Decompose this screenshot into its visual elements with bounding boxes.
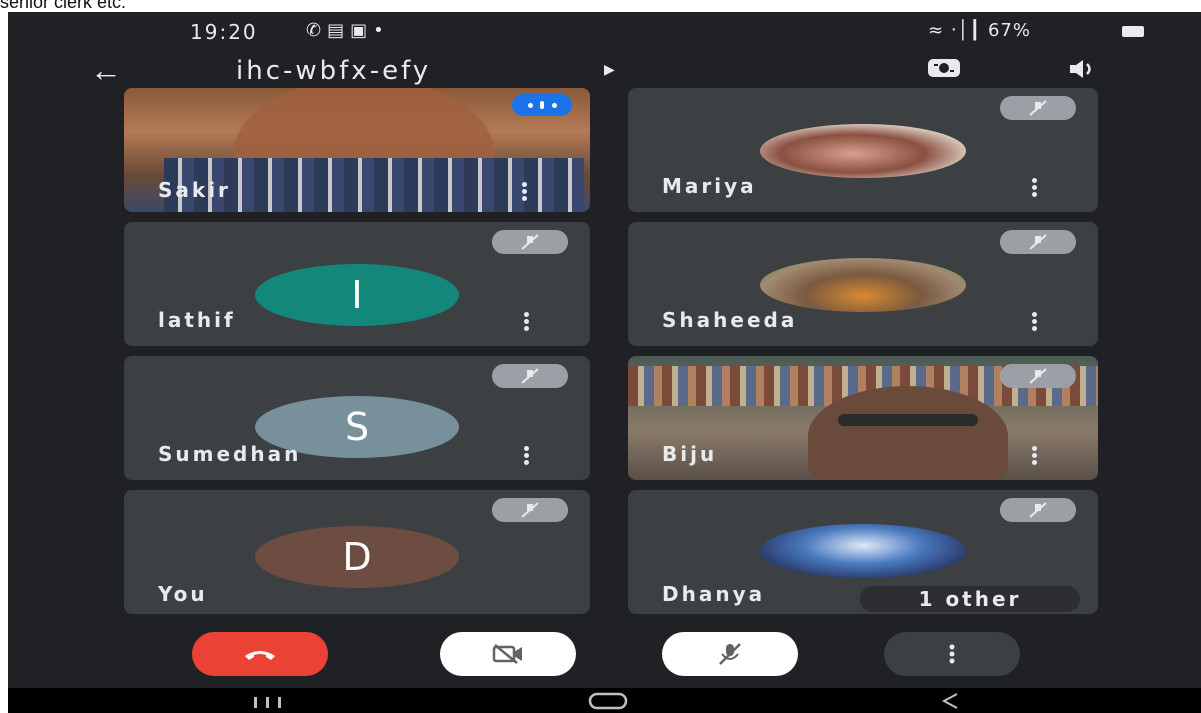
mic-off-badge	[1000, 498, 1076, 522]
participant-tile-biju[interactable]: Biju	[628, 356, 1098, 480]
mic-off-badge	[1000, 364, 1076, 388]
mic-off-badge	[492, 498, 568, 522]
more-options-button[interactable]	[884, 632, 1020, 676]
status-right-area: ≈ ‧│┃ 67%	[928, 20, 1031, 41]
wifi-icon: ≈	[928, 20, 945, 41]
more-options-icon	[949, 644, 955, 664]
image-icon: ▤	[327, 20, 351, 41]
battery-percent: 67%	[987, 20, 1031, 41]
more-vert-icon[interactable]	[522, 182, 528, 202]
camera-toggle-button[interactable]	[440, 632, 576, 676]
end-call-icon	[245, 651, 275, 660]
recent-apps-icon[interactable]	[252, 694, 286, 710]
camera-switch-icon[interactable]	[924, 56, 964, 80]
avatar: D	[255, 526, 459, 588]
meeting-code[interactable]: ihc-wbfx-efy	[236, 56, 431, 86]
participant-tile-sakir[interactable]: Sakir	[124, 88, 590, 212]
avatar: I	[255, 264, 459, 326]
more-vert-icon[interactable]	[524, 312, 530, 332]
avatar	[760, 258, 966, 312]
status-bar: 19:20 ✆▤▣• ≈ ‧│┃ 67%	[8, 12, 1201, 52]
participant-name: Mariya	[662, 174, 757, 198]
caret-right-icon[interactable]: ▶	[604, 61, 615, 78]
status-left-icons: ✆▤▣•	[306, 20, 390, 41]
video-feed-glasses	[838, 414, 978, 426]
calendar-icon: ▣	[350, 20, 374, 41]
more-vert-icon[interactable]	[524, 446, 530, 466]
speaker-icon[interactable]	[1068, 58, 1098, 80]
camera-off-icon	[492, 644, 522, 664]
more-vert-icon[interactable]	[1032, 312, 1038, 332]
participant-name: Shaheeda	[662, 308, 798, 332]
mic-off-icon	[1029, 502, 1047, 518]
avatar	[760, 124, 966, 178]
more-vert-icon[interactable]	[1032, 446, 1038, 466]
participant-name: lathif	[158, 308, 236, 332]
mic-off-badge	[1000, 230, 1076, 254]
participant-name: Dhanya	[662, 582, 766, 606]
end-call-button[interactable]	[192, 632, 328, 676]
mic-off-icon	[1029, 234, 1047, 250]
participant-name: Biju	[662, 442, 718, 466]
mic-off-icon	[521, 234, 539, 250]
dot-icon: •	[373, 20, 390, 41]
speaking-indicator	[512, 94, 572, 116]
android-nav-bar	[8, 688, 1201, 713]
battery-icon	[1122, 26, 1144, 37]
participant-tile-you[interactable]: D You	[124, 490, 590, 614]
mic-off-icon	[521, 502, 539, 518]
mic-off-icon	[521, 368, 539, 384]
nav-back-icon[interactable]	[940, 692, 960, 710]
participant-tile-shaheeda[interactable]: Shaheeda	[628, 222, 1098, 346]
video-feed	[808, 386, 1008, 480]
mic-off-icon	[1029, 100, 1047, 116]
avatar	[760, 524, 966, 578]
home-icon[interactable]	[588, 692, 628, 710]
signal-icon: ‧│┃	[950, 20, 982, 41]
participant-name: Sumedhan	[158, 442, 302, 466]
participant-tile-sumedhan[interactable]: S Sumedhan	[124, 356, 590, 480]
participant-tile-mariya[interactable]: Mariya	[628, 88, 1098, 212]
participant-name: You	[158, 582, 208, 606]
mic-off-badge	[492, 364, 568, 388]
back-arrow-icon[interactable]: ←	[90, 54, 122, 86]
mic-off-icon	[719, 643, 741, 665]
other-participants-pill[interactable]: 1 other	[860, 586, 1080, 612]
status-time: 19:20	[190, 20, 258, 44]
participant-name: Sakir	[158, 178, 231, 202]
mic-off-badge	[1000, 96, 1076, 120]
mic-off-icon	[1029, 368, 1047, 384]
call-controls	[8, 632, 1201, 682]
mic-toggle-button[interactable]	[662, 632, 798, 676]
whatsapp-icon: ✆	[306, 20, 328, 41]
participant-tile-lathif[interactable]: I lathif	[124, 222, 590, 346]
more-vert-icon[interactable]	[1032, 178, 1038, 198]
mic-off-badge	[492, 230, 568, 254]
phone-screen: 19:20 ✆▤▣• ≈ ‧│┃ 67% ← ihc-wbfx-efy ▶ Sa…	[8, 12, 1201, 713]
